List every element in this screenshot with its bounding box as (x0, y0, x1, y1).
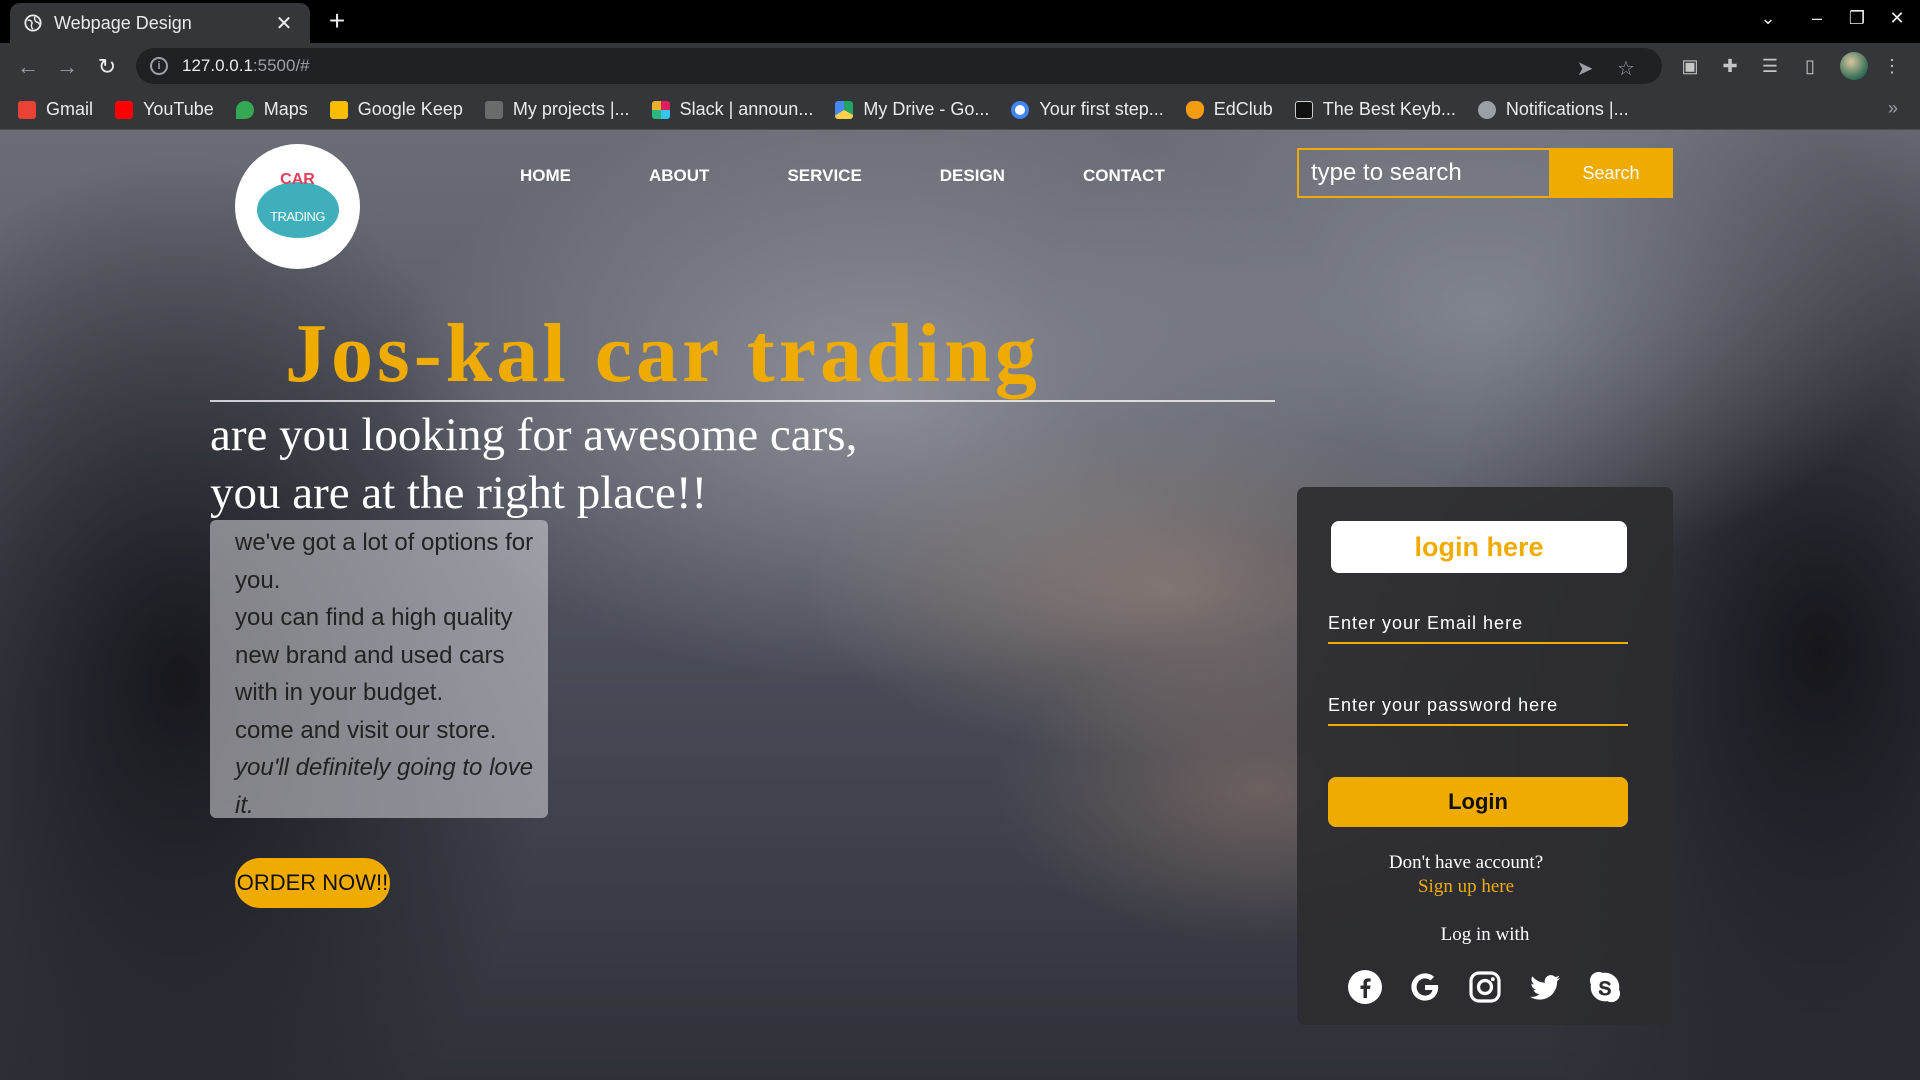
description-line-3: come and visit our store. (235, 716, 497, 744)
bookmarks-overflow-icon[interactable]: » (1888, 98, 1898, 119)
bookmark-gmail[interactable]: Gmail (18, 99, 93, 120)
no-account-text: Don't have account? (1388, 852, 1544, 873)
back-icon[interactable]: ← (14, 53, 42, 81)
instagram-icon[interactable] (1467, 969, 1503, 1005)
htg-icon (1294, 100, 1313, 119)
facebook-icon[interactable] (1347, 969, 1383, 1005)
hero-subtitle: are you looking for awesome cars, you ar… (210, 406, 857, 522)
order-now-button[interactable]: ORDER NOW!! (235, 858, 390, 908)
description-line-2: you can find a high quality new brand an… (235, 604, 513, 706)
google-icon (1011, 100, 1030, 119)
bookmark-edclub[interactable]: EdClub (1185, 99, 1273, 120)
bookmark-maps[interactable]: Maps (235, 99, 308, 120)
send-icon[interactable]: ➤ (1572, 56, 1598, 81)
login-heading: login here (1331, 521, 1627, 573)
minimize-icon[interactable]: – (1805, 8, 1829, 29)
social-login-icons (1347, 969, 1647, 1005)
skype-icon[interactable] (1587, 969, 1623, 1005)
tab-search-icon[interactable]: ⌄ (1756, 8, 1780, 29)
edclub-icon (1185, 100, 1204, 119)
main-nav: HOME ABOUT SERVICE DESIGN CONTACT (520, 166, 1243, 186)
browser-tab[interactable]: Webpage Design ✕ (10, 3, 310, 43)
bookmark-star-icon[interactable]: ☆ (1613, 56, 1639, 81)
search-button[interactable]: Search (1549, 148, 1673, 198)
nav-home[interactable]: HOME (520, 166, 571, 186)
nav-design[interactable]: DESIGN (940, 166, 1005, 186)
notifications-icon (1477, 100, 1496, 119)
close-window-icon[interactable]: ✕ (1885, 8, 1909, 29)
menu-icon[interactable]: ⋮ (1880, 54, 1904, 78)
bookmark-slack[interactable]: Slack | announ... (651, 99, 813, 120)
nav-service[interactable]: SERVICE (787, 166, 861, 186)
hero-divider (210, 400, 1275, 402)
address-bar[interactable]: i 127.0.0.1:5500/# ➤ ☆ (136, 48, 1662, 84)
hero-subtitle-line-1: are you looking for awesome cars, (210, 409, 858, 461)
extension-icon[interactable]: ▣ (1678, 54, 1702, 78)
url-host: 127.0.0.1 (182, 56, 253, 75)
youtube-icon (115, 100, 134, 119)
olx-icon (484, 100, 503, 119)
google-icon[interactable] (1407, 969, 1443, 1005)
restore-icon[interactable]: ❐ (1845, 8, 1869, 29)
bookmark-my-drive[interactable]: My Drive - Go... (835, 99, 989, 120)
url-path: :5500/# (252, 56, 310, 75)
bookmark-google-keep[interactable]: Google Keep (329, 99, 463, 120)
tab-title: Webpage Design (54, 12, 192, 33)
slack-icon (651, 100, 670, 119)
email-field[interactable] (1328, 604, 1628, 644)
maps-icon (235, 100, 254, 119)
nav-about[interactable]: ABOUT (649, 166, 709, 186)
search-input[interactable] (1297, 148, 1549, 198)
bookmark-first-step[interactable]: Your first step... (1011, 99, 1164, 120)
bookmark-youtube[interactable]: YouTube (115, 99, 214, 120)
reload-icon[interactable]: ↻ (93, 53, 121, 81)
puzzle-icon[interactable]: ✚ (1718, 54, 1742, 78)
site-search: Search (1297, 148, 1673, 198)
new-tab-button[interactable]: + (322, 6, 352, 36)
bookmark-notifications[interactable]: Notifications |... (1477, 99, 1629, 120)
description-box: we've got a lot of options for you. you … (210, 520, 548, 819)
forward-icon[interactable]: → (53, 53, 81, 81)
car-logo-icon: CAR TRADING (250, 159, 345, 254)
browser-toolbar: ← → ↻ i 127.0.0.1:5500/# ➤ ☆ ▣ ✚ ☰ ▯ ⋮ (0, 43, 1920, 90)
close-tab-icon[interactable]: ✕ (272, 11, 296, 36)
description-line-4: you'll definitely going to love it. (235, 754, 534, 819)
twitter-icon[interactable] (1527, 969, 1563, 1005)
login-panel: login here Login Don't have account? Sig… (1297, 487, 1673, 1025)
site-info-icon[interactable]: i (150, 57, 168, 75)
side-panel-icon[interactable]: ▯ (1798, 54, 1822, 78)
drive-icon (835, 100, 854, 119)
profile-avatar[interactable] (1840, 52, 1868, 80)
password-field[interactable] (1328, 686, 1628, 726)
gmail-icon (18, 100, 36, 119)
site-logo[interactable]: CAR TRADING (235, 144, 360, 269)
logo-text-car: CAR (280, 171, 315, 188)
description-line-1: we've got a lot of options for you. (235, 529, 534, 594)
bookmark-best-keyboard[interactable]: The Best Keyb... (1294, 99, 1456, 120)
login-button[interactable]: Login (1328, 777, 1628, 827)
keep-icon (329, 100, 348, 119)
logo-text-trading: TRADING (270, 209, 326, 224)
login-with-text: Log in with (1440, 924, 1530, 945)
reading-list-icon[interactable]: ☰ (1758, 54, 1782, 78)
hero-title: Jos-kal car trading (285, 307, 1041, 400)
hero-subtitle-line-2: you are at the right place!! (210, 467, 708, 519)
webpage: CAR TRADING HOME ABOUT SERVICE DESIGN CO… (0, 130, 1920, 1080)
globe-icon (24, 14, 42, 32)
bookmark-my-projects[interactable]: My projects |... (484, 99, 630, 120)
bookmarks-bar: Gmail YouTube Maps Google Keep My projec… (0, 90, 1920, 130)
nav-contact[interactable]: CONTACT (1083, 166, 1165, 186)
tab-strip: Webpage Design ✕ + ⌄ – ❐ ✕ (0, 0, 1920, 43)
signup-link[interactable]: Sign up here (1297, 876, 1635, 898)
